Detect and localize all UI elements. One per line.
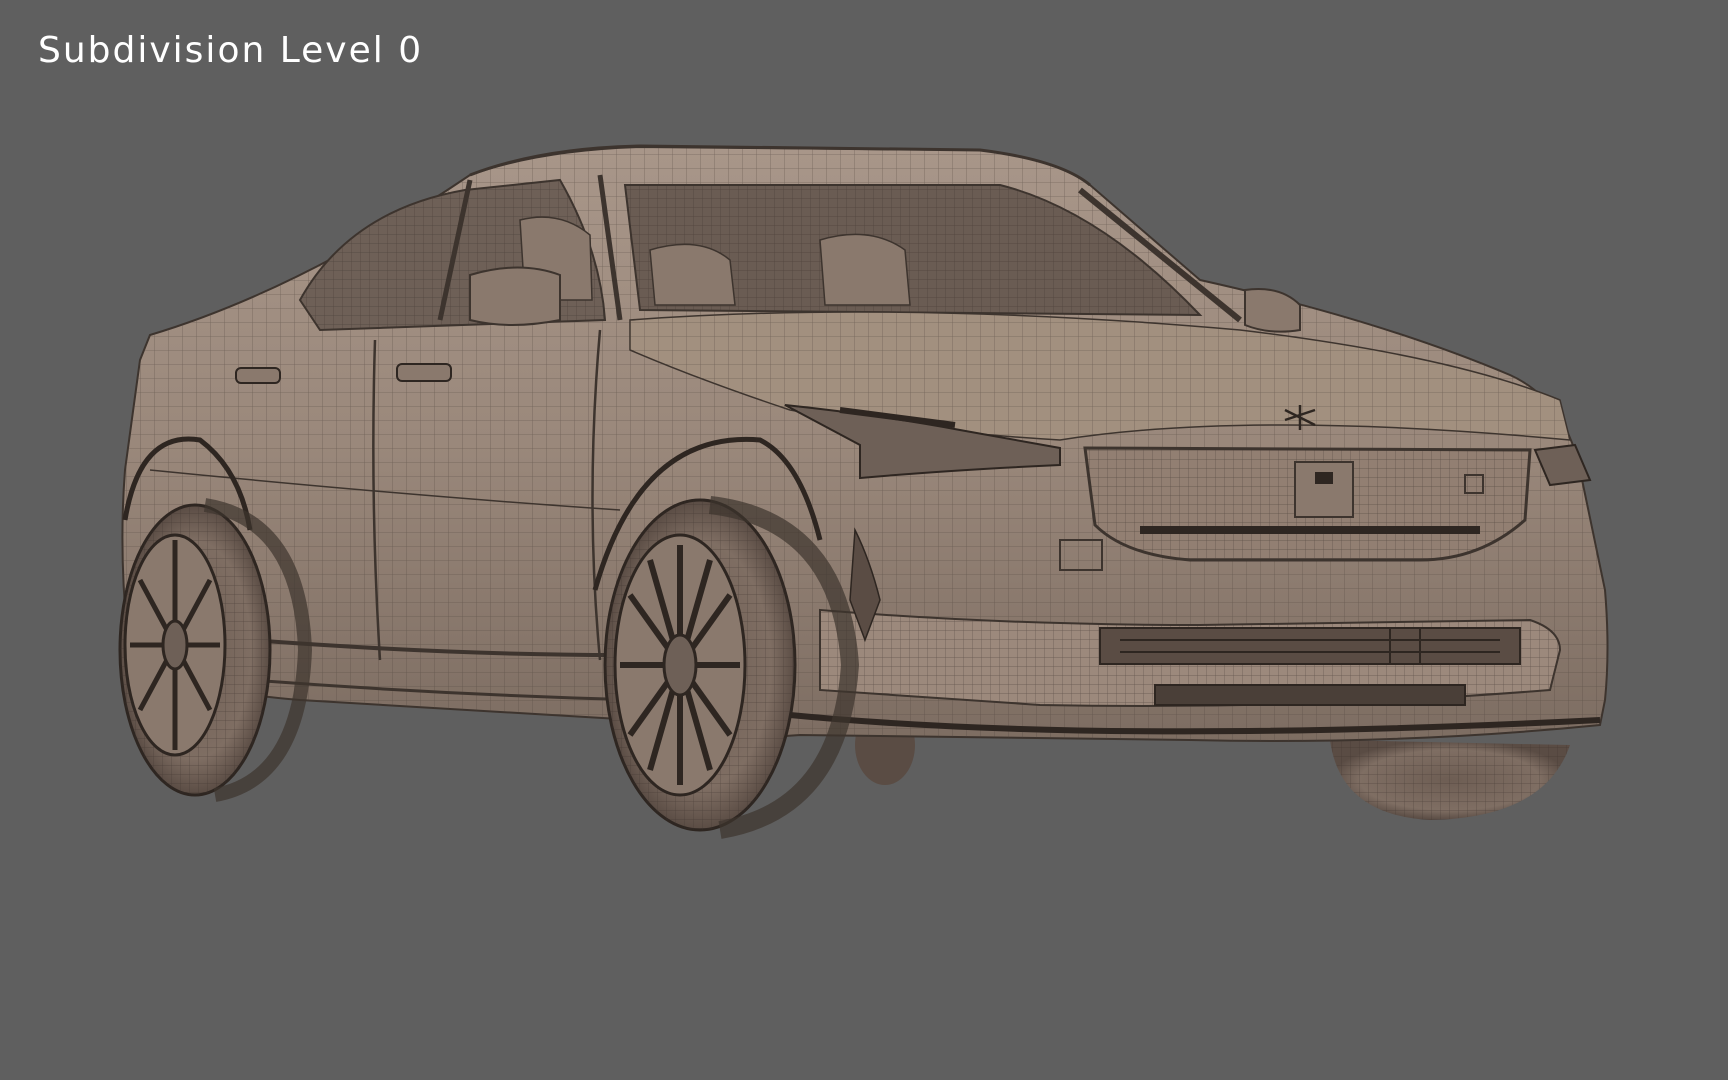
front-right-tire: [1330, 740, 1570, 820]
car-wireframe-model[interactable]: [0, 0, 1728, 1080]
3d-viewport[interactable]: Subdivision Level 0: [0, 0, 1728, 1080]
